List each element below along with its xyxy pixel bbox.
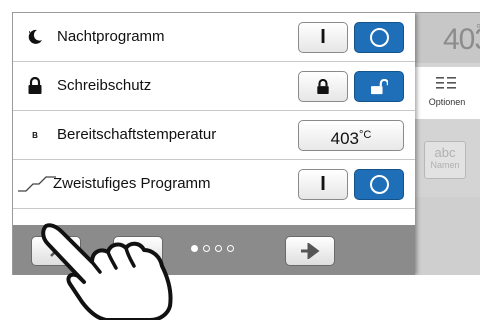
moon-icon	[23, 27, 47, 47]
names-abc-text: abc	[434, 145, 456, 160]
setting-row-write-protection: Schreibschutz	[13, 62, 415, 111]
setting-row-two-stage-program: Zweistufiges Programm I	[13, 160, 415, 209]
standby-icon-letter: B	[32, 130, 38, 140]
names-button[interactable]: abc Namen	[424, 141, 466, 179]
setting-row-night-program: Nachtprogramm I	[13, 13, 415, 62]
night-program-off-button[interactable]	[354, 22, 404, 53]
two-stage-off-button[interactable]	[354, 169, 404, 200]
standby-temperature-unit: °C	[359, 129, 372, 141]
page-dot	[215, 245, 222, 252]
unlock-button[interactable]	[354, 71, 404, 102]
power-on-icon: I	[320, 26, 326, 48]
page-dot	[227, 245, 234, 252]
options-list-icon	[436, 77, 456, 89]
two-stage-curve-icon	[17, 174, 57, 194]
background-temperature-value: 403	[443, 23, 480, 56]
next-page-button[interactable]	[285, 236, 335, 266]
options-tab-label: Optionen	[428, 97, 466, 107]
standby-temperature-field[interactable]: 403°C	[298, 120, 404, 151]
setting-row-standby-temperature: B Bereitschaftstemperatur 403°C	[13, 111, 415, 160]
background-temperature-unit: °C	[476, 21, 480, 36]
standby-temperature-value: 403	[330, 129, 360, 148]
arrow-right-icon	[301, 243, 320, 259]
lock-button[interactable]	[298, 71, 348, 102]
lock-closed-icon	[317, 78, 329, 94]
background-lower-area	[413, 197, 480, 275]
lock-icon	[23, 76, 47, 96]
power-off-icon	[369, 175, 389, 194]
standby-icon: B	[23, 125, 47, 145]
standby-temperature-label: Bereitschaftstemperatur	[57, 126, 217, 143]
names-button-label: Namen	[430, 160, 460, 170]
two-stage-on-button[interactable]: I	[298, 169, 348, 200]
power-on-icon: I	[320, 173, 326, 195]
power-off-icon	[369, 28, 389, 47]
two-stage-program-label: Zweistufiges Programm	[53, 175, 211, 192]
night-program-on-button[interactable]: I	[298, 22, 348, 53]
options-tab[interactable]	[413, 67, 480, 119]
write-protection-label: Schreibschutz	[57, 77, 152, 94]
night-program-label: Nachtprogramm	[57, 28, 165, 45]
pointing-hand-icon	[41, 223, 173, 320]
lock-open-icon	[371, 78, 388, 94]
